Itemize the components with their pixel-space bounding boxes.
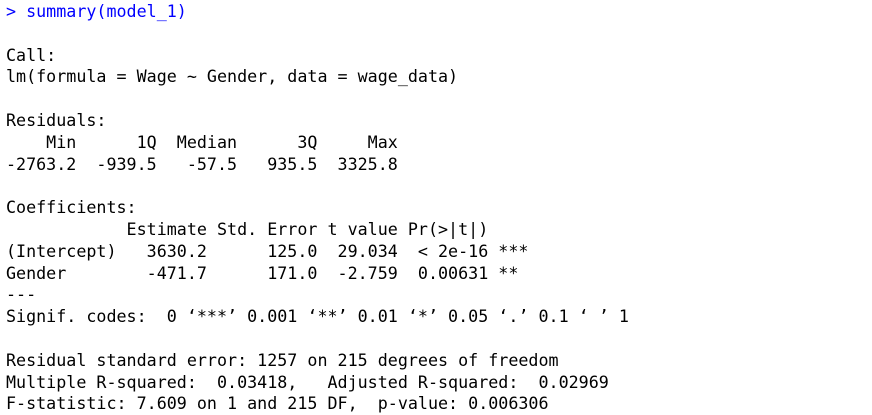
r-console: > summary(model_1) Call: lm(formula = Wa…	[6, 1, 866, 413]
coefficients-columns: Estimate Std. Error t value Pr(>|t|)	[6, 218, 529, 239]
coefficients-row-intercept: (Intercept) 3630.2 125.0 29.034 < 2e-16 …	[6, 240, 529, 261]
residuals-columns: Min 1Q Median 3Q Max	[6, 131, 408, 152]
f-statistic-line: F-statistic: 7.609 on 1 and 215 DF, p-va…	[6, 393, 549, 414]
coefficients-row-gender: Gender -471.7 171.0 -2.759 0.00631 **	[6, 262, 529, 283]
residuals-values: -2763.2 -939.5 -57.5 935.5 3325.8	[6, 153, 408, 174]
signif-codes: Signif. codes: 0 ‘***’ 0.001 ‘**’ 0.01 ‘…	[6, 306, 629, 327]
separator-line: ---	[6, 284, 37, 305]
residual-standard-error: Residual standard error: 1257 on 215 deg…	[6, 349, 559, 370]
coefficients-header: Coefficients:	[6, 197, 137, 218]
command-line: > summary(model_1)	[6, 1, 866, 23]
call-header: Call:	[6, 44, 57, 65]
residuals-header: Residuals:	[6, 109, 107, 130]
r-squared-line: Multiple R-squared: 0.03418, Adjusted R-…	[6, 371, 619, 392]
call-formula: lm(formula = Wage ~ Gender, data = wage_…	[6, 66, 459, 87]
command-text: summary(model_1)	[26, 1, 187, 21]
prompt-symbol: >	[6, 1, 27, 21]
